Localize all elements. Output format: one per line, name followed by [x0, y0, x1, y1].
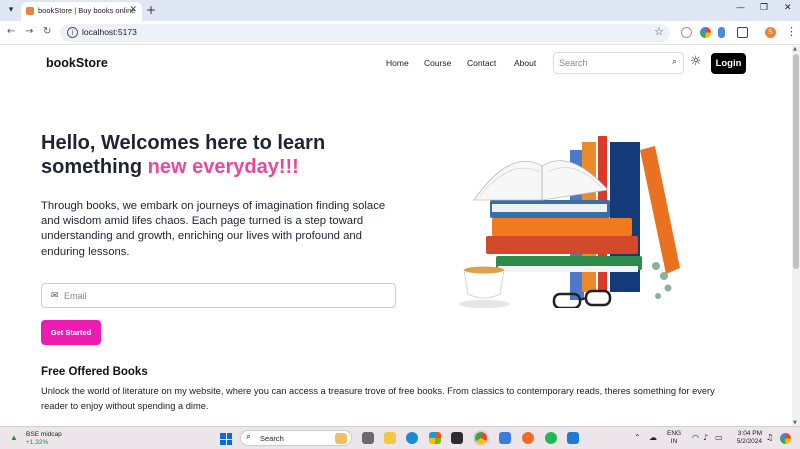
maximize-icon[interactable]: ❐ — [760, 3, 768, 13]
search-highlight-icon — [335, 433, 347, 444]
hero-title-accent: new everyday!!! — [147, 156, 299, 178]
book-blue-pages — [492, 204, 607, 212]
page-scrollbar[interactable]: ▲ ▼ — [792, 46, 800, 426]
taskbar-search-icon: ⌕ — [246, 432, 252, 442]
cloud-icon[interactable]: ☁ — [649, 433, 657, 442]
login-button[interactable]: Login — [711, 53, 746, 74]
url-text[interactable]: localhost:5173 — [82, 27, 137, 37]
hero-title-line1: Hello, Welcomes here to learn — [41, 132, 326, 154]
page-viewport: bookStore Home Course Contact About ⌕ ☼ … — [0, 46, 792, 426]
search-icon[interactable]: ⌕ — [672, 57, 677, 67]
search-input[interactable] — [559, 56, 664, 70]
site-info-icon[interactable]: i — [67, 27, 78, 38]
new-tab-button[interactable]: + — [146, 3, 156, 17]
volume-icon[interactable]: ♪ — [703, 433, 708, 442]
system-clock[interactable]: 3:04 PM 5/2/2024 — [730, 430, 762, 446]
email-field[interactable] — [64, 289, 384, 303]
nav-link-about[interactable]: About — [514, 58, 536, 68]
scroll-up-icon[interactable]: ▲ — [793, 46, 797, 52]
book-pages — [498, 266, 638, 272]
edge-icon[interactable] — [406, 432, 418, 444]
nav-link-home[interactable]: Home — [386, 58, 409, 68]
browser-tab[interactable]: bookStore | Buy books online ✕ — [21, 2, 142, 21]
spotify-icon[interactable] — [545, 432, 557, 444]
reload-icon[interactable]: ↻ — [43, 26, 51, 37]
battery-icon[interactable]: ▭ — [715, 433, 723, 442]
tea — [464, 266, 504, 274]
chrome-icon[interactable] — [475, 432, 487, 444]
search-box: ⌕ — [553, 52, 684, 74]
hero-title-line2: something — [41, 156, 148, 178]
teacup — [463, 269, 505, 299]
email-field-wrapper: ✉ — [41, 283, 396, 308]
browser-menu-icon[interactable]: ⋮ — [786, 25, 797, 38]
favicon-icon — [26, 7, 34, 15]
language-line1: ENG — [667, 430, 682, 437]
taskbar-search[interactable]: ⌕ Search — [240, 430, 352, 446]
book-orange-stack — [492, 218, 632, 236]
back-icon[interactable]: ← — [7, 26, 15, 37]
notification-bell-icon[interactable]: ♫ — [766, 433, 773, 442]
extension-icon[interactable] — [681, 27, 692, 38]
extensions-puzzle-icon[interactable] — [737, 27, 748, 38]
theme-toggle-sun-icon[interactable]: ☼ — [690, 55, 702, 68]
windows-start-icon[interactable] — [220, 433, 232, 445]
file-explorer-icon[interactable] — [384, 432, 396, 444]
store-icon[interactable] — [429, 432, 441, 444]
widget-name: BSE midcap — [26, 431, 62, 438]
language-indicator[interactable]: ENG IN — [667, 430, 681, 446]
nav-link-contact[interactable]: Contact — [467, 58, 496, 68]
wifi-icon[interactable]: ◠ — [692, 433, 699, 442]
tray-overflow-icon[interactable]: ⌃ — [634, 433, 641, 442]
address-bar: ← → ↻ i localhost:5173 ☆ S ⋮ — [0, 21, 800, 45]
window-close-icon[interactable]: ✕ — [784, 3, 792, 13]
glasses-lens-right — [584, 289, 612, 307]
bookmark-star-icon[interactable]: ☆ — [654, 25, 664, 38]
clock-time: 3:04 PM — [737, 430, 762, 437]
postman-icon[interactable] — [522, 432, 534, 444]
profile-avatar[interactable]: S — [765, 27, 776, 38]
app-icon-blue[interactable] — [499, 432, 511, 444]
tab-search-icon[interactable]: ▾ — [4, 4, 18, 17]
get-started-button[interactable]: Get Started — [41, 320, 101, 345]
nav-link-course[interactable]: Course — [424, 58, 451, 68]
taskbar-search-label: Search — [260, 434, 284, 443]
tab-close-icon[interactable]: ✕ — [129, 5, 137, 15]
hero-paragraph: Through books, we embark on journeys of … — [41, 200, 386, 258]
forward-icon[interactable]: → — [25, 26, 33, 37]
windows-taskbar: ▲ BSE midcap +1.32% ⌕ Search ⌃ ☁ ENG IN … — [0, 426, 800, 449]
browser-tab-bar: ▾ bookStore | Buy books online ✕ + — ❐ ✕ — [0, 0, 800, 21]
copilot-icon[interactable] — [780, 433, 791, 444]
envelope-icon: ✉ — [51, 291, 59, 301]
saucer — [460, 300, 510, 308]
terminal-icon[interactable] — [451, 432, 463, 444]
brand-logo[interactable]: bookStore — [46, 56, 108, 70]
trend-up-icon: ▲ — [10, 433, 18, 442]
bookmark-extension-icon[interactable] — [718, 27, 725, 38]
task-view-icon[interactable] — [362, 432, 374, 444]
language-line2: IN — [670, 438, 678, 445]
clock-date: 5/2/2024 — [736, 438, 762, 445]
minimize-icon[interactable]: — — [736, 3, 745, 13]
color-extension-icon[interactable] — [700, 27, 711, 38]
scrollbar-thumb[interactable] — [793, 54, 799, 269]
free-books-text: Unlock the world of literature on my web… — [41, 386, 715, 411]
omnibox[interactable]: i localhost:5173 ☆ — [60, 24, 670, 42]
tab-title: bookStore | Buy books online — [38, 6, 136, 15]
widget-change: +1.32% — [26, 439, 49, 446]
hero-title: Hello, Welcomes here to learn something … — [41, 131, 421, 179]
vscode-icon[interactable] — [567, 432, 579, 444]
book-orange-leaning — [640, 146, 680, 274]
book-red-stack — [486, 236, 638, 254]
free-books-title: Free Offered Books — [41, 366, 148, 378]
books-illustration — [460, 136, 680, 308]
